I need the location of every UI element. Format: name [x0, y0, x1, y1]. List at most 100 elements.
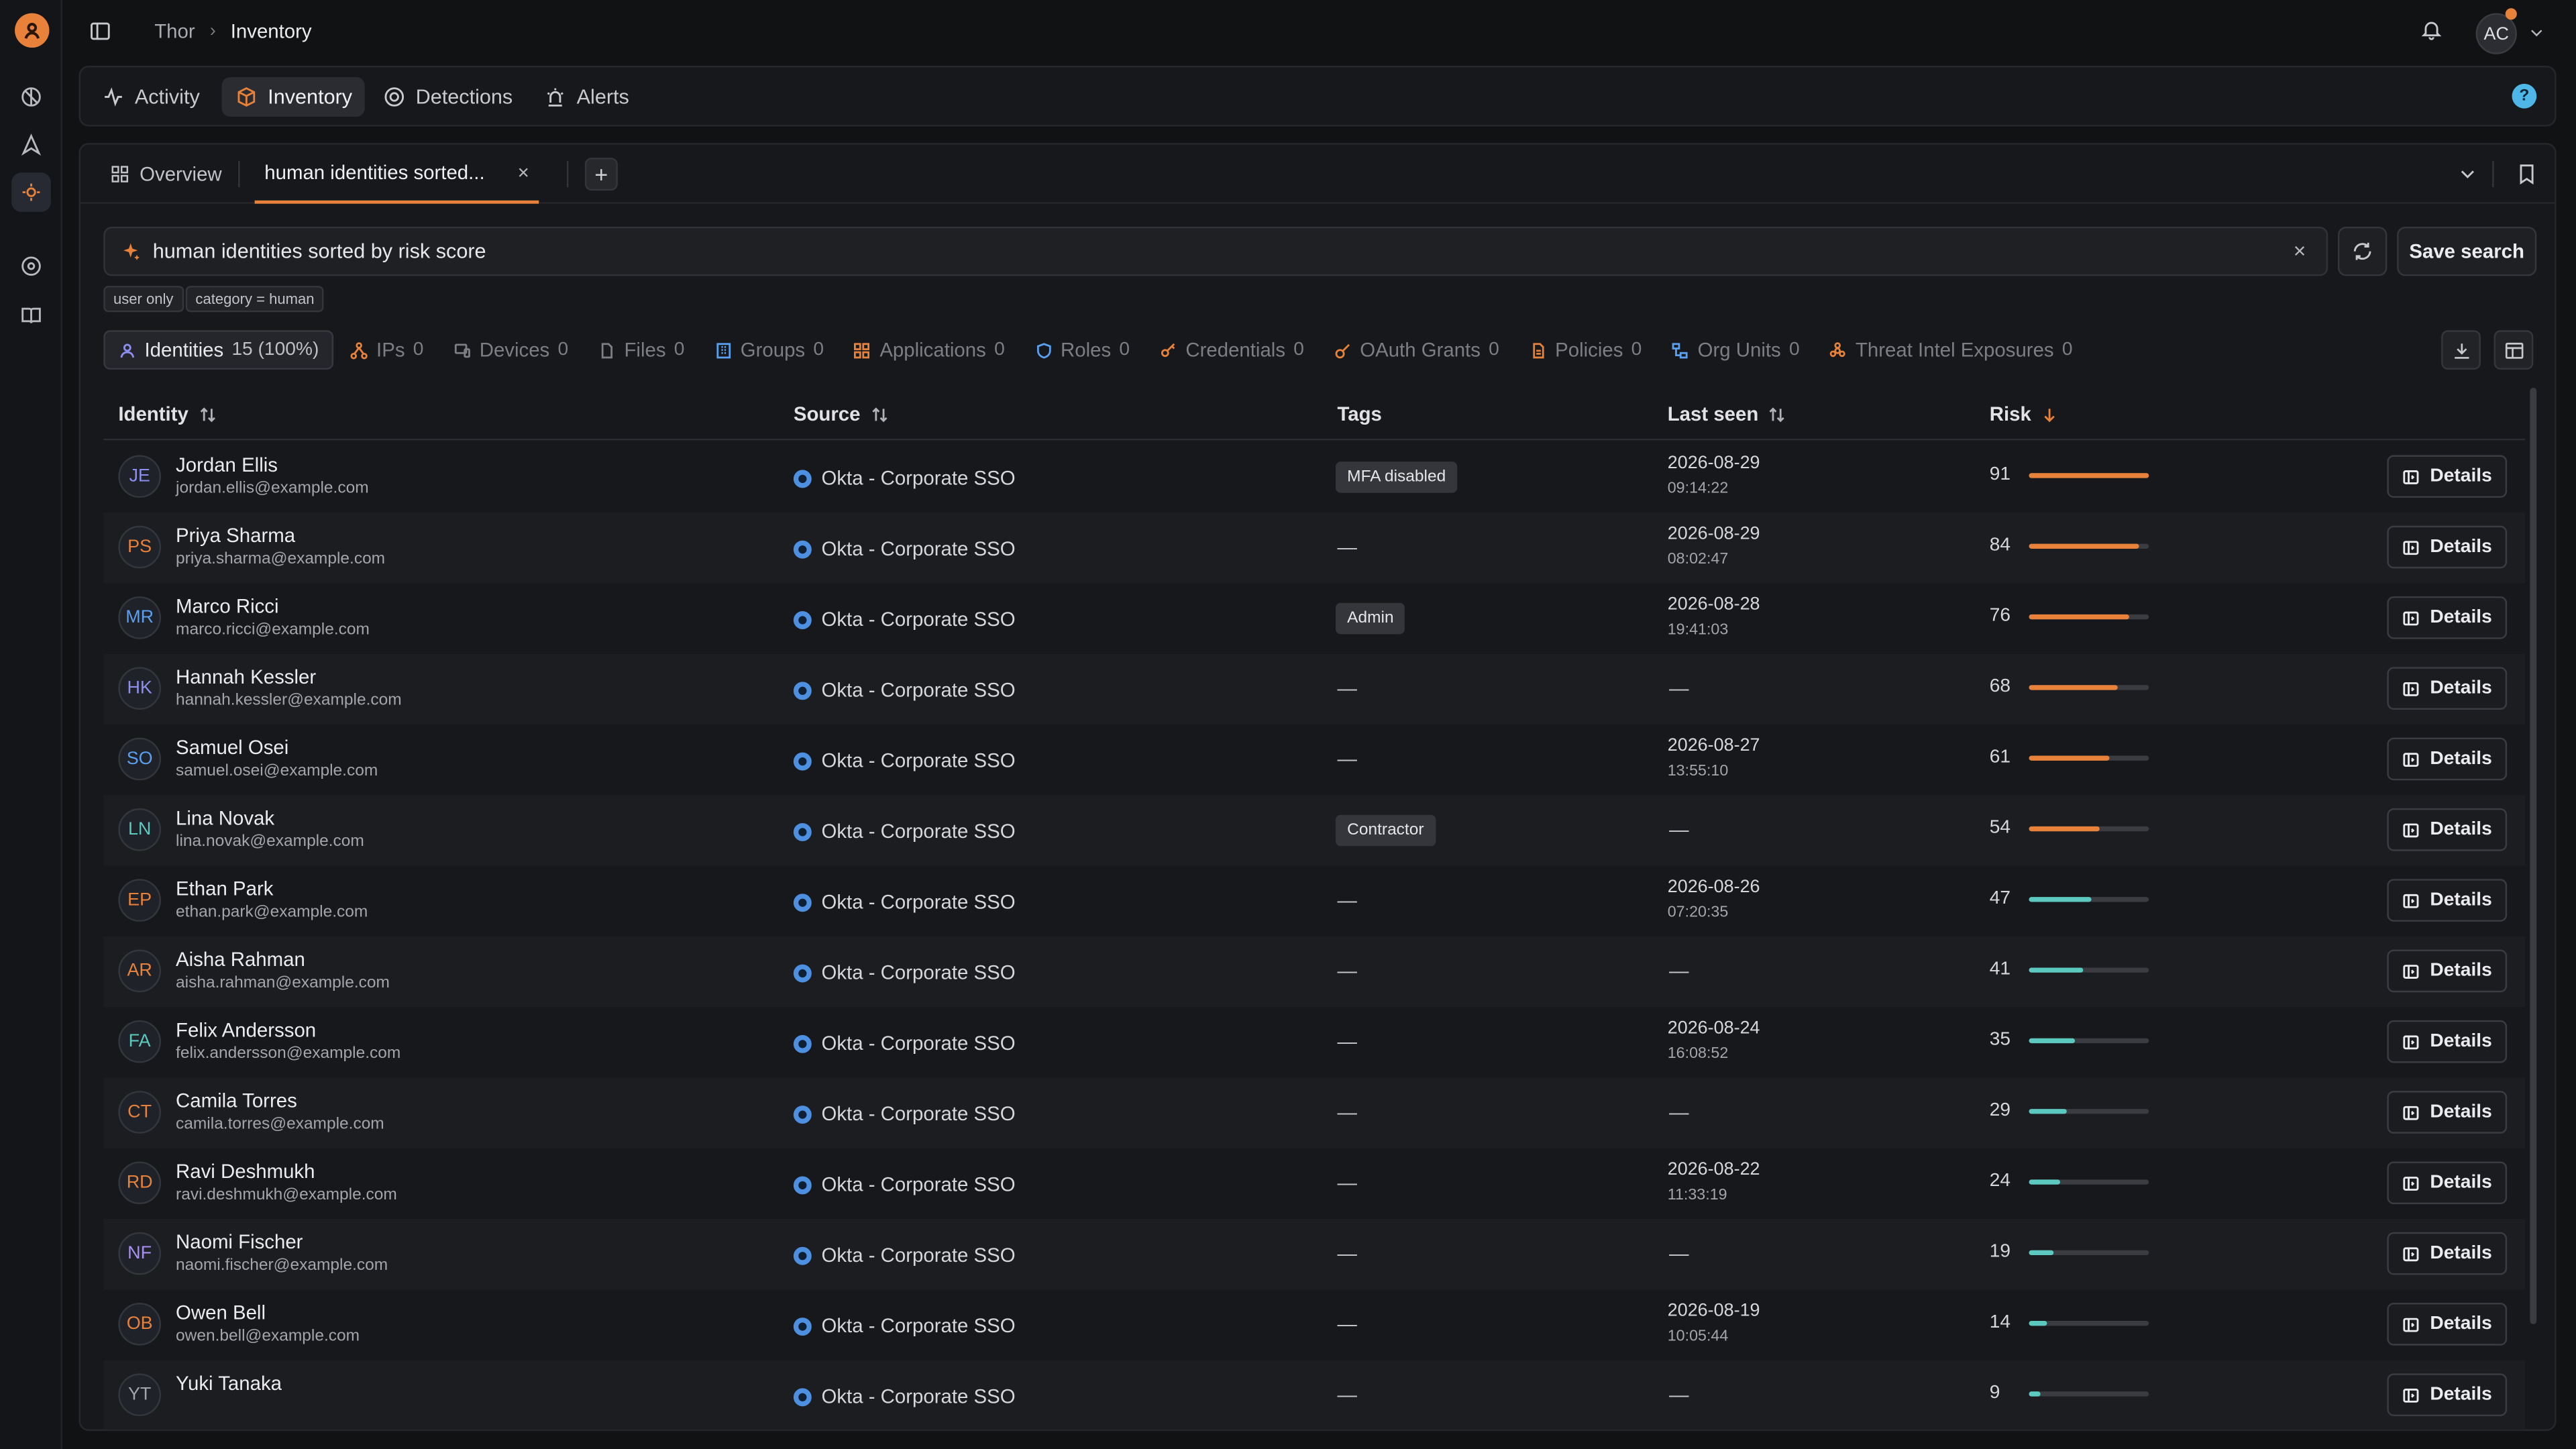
- nav-tab-detections[interactable]: Detections: [370, 77, 526, 117]
- user-menu-chevron-down-icon[interactable]: [2527, 21, 2546, 41]
- columns-button[interactable]: [2493, 330, 2534, 370]
- rail-identities-icon[interactable]: [11, 172, 51, 212]
- column-header-identity[interactable]: Identity: [118, 402, 216, 425]
- table-row[interactable]: LN Lina Novak lina.novak@example.com Okta -…: [103, 795, 2526, 866]
- refresh-button[interactable]: [2337, 226, 2387, 276]
- box-icon: [237, 87, 256, 107]
- subtab-label: human identities sorted...: [264, 161, 485, 184]
- table-row[interactable]: YT Yuki Tanaka Okta - Corporate SSO — — 9 Deta…: [103, 1360, 2526, 1430]
- identity-avatar: LN: [118, 808, 162, 851]
- details-label: Details: [2430, 1173, 2492, 1193]
- identity-name[interactable]: Naomi Fischer: [176, 1230, 303, 1253]
- breadcrumb-root[interactable]: Thor: [154, 19, 195, 42]
- tabs-chevron-down-icon[interactable]: [2456, 162, 2479, 185]
- details-button[interactable]: Details: [2387, 1303, 2508, 1346]
- category-policies[interactable]: Policies 0: [1515, 330, 1655, 370]
- rail-docs-icon[interactable]: [11, 296, 51, 335]
- category-threat-intel-exposures[interactable]: Threat Intel Exposures 0: [1816, 330, 2086, 370]
- category-credentials[interactable]: Credentials 0: [1146, 330, 1318, 370]
- details-button[interactable]: Details: [2387, 1091, 2508, 1134]
- source-cell: Okta - Corporate SSO: [793, 820, 1016, 843]
- identity-name[interactable]: Priya Sharma: [176, 524, 295, 547]
- details-button[interactable]: Details: [2387, 879, 2508, 922]
- identity-name[interactable]: Owen Bell: [176, 1301, 266, 1324]
- table-row[interactable]: AR Aisha Rahman aisha.rahman@example.com Ok…: [103, 936, 2526, 1008]
- add-tab-button[interactable]: +: [584, 158, 618, 191]
- identity-name[interactable]: Aisha Rahman: [176, 948, 305, 971]
- category-identities[interactable]: Identities 15 (100%): [103, 330, 334, 370]
- table-row[interactable]: EP Ethan Park ethan.park@example.com Okta -…: [103, 866, 2525, 936]
- details-button[interactable]: Details: [2387, 949, 2508, 993]
- table-row[interactable]: JE Jordan Ellis jordan.ellis@example.com Ok…: [103, 442, 2525, 513]
- category-applications[interactable]: Applications 0: [841, 330, 1018, 370]
- category-devices[interactable]: Devices 0: [440, 330, 582, 370]
- table-row[interactable]: MR Marco Ricci marco.ricci@example.com Okta…: [103, 583, 2525, 653]
- table-row[interactable]: HK Hannah Kessler hannah.kessler@example.c…: [103, 653, 2526, 725]
- entity-category-tabs: Identities 15 (100%) IPs 0 Devices 0 Files 0…: [103, 330, 2089, 370]
- nav-tab-alerts[interactable]: Alerts: [531, 77, 642, 117]
- sidebar-toggle-icon[interactable]: [89, 19, 115, 46]
- subtab-query[interactable]: human identities sorted... ×: [254, 145, 539, 204]
- identity-name[interactable]: Ethan Park: [176, 877, 273, 900]
- search-input[interactable]: human identities sorted by risk score: [153, 240, 486, 263]
- details-button[interactable]: Details: [2387, 1161, 2508, 1205]
- details-button[interactable]: Details: [2387, 525, 2508, 569]
- table-row[interactable]: PS Priya Sharma priya.sharma@example.com Ok…: [103, 513, 2526, 584]
- details-button[interactable]: Details: [2387, 1232, 2508, 1275]
- help-icon[interactable]: ?: [2512, 83, 2537, 109]
- details-button[interactable]: Details: [2387, 737, 2508, 781]
- identity-name[interactable]: Yuki Tanaka: [176, 1372, 282, 1395]
- details-button[interactable]: Details: [2387, 1373, 2508, 1417]
- nav-tab-inventory[interactable]: Inventory: [221, 77, 366, 117]
- filter-chip-category[interactable]: category = human: [185, 286, 325, 313]
- identity-name[interactable]: Samuel Osei: [176, 736, 288, 759]
- risk-score: 19: [1989, 1242, 2011, 1262]
- identity-name[interactable]: Hannah Kessler: [176, 665, 316, 688]
- table-row[interactable]: OB Owen Bell owen.bell@example.com Okta - C…: [103, 1289, 2525, 1360]
- table-row[interactable]: NF Naomi Fischer naomi.fischer@example.com…: [103, 1219, 2526, 1290]
- download-button[interactable]: [2441, 330, 2481, 370]
- column-header-last-seen[interactable]: Last seen: [1668, 402, 1786, 425]
- save-search-button[interactable]: Save search: [2397, 226, 2537, 276]
- identity-name[interactable]: Ravi Deshmukh: [176, 1160, 315, 1183]
- bookmark-icon[interactable]: [2515, 162, 2538, 185]
- nav-tab-activity[interactable]: Activity: [89, 77, 213, 117]
- category-files[interactable]: Files 0: [585, 330, 698, 370]
- table-scrollbar[interactable]: [2528, 387, 2538, 1413]
- identity-name[interactable]: Camila Torres: [176, 1089, 297, 1112]
- app-logo-icon[interactable]: [15, 13, 50, 48]
- close-tab-icon[interactable]: ×: [518, 161, 529, 184]
- category-oauth-grants[interactable]: OAuth Grants 0: [1320, 330, 1512, 370]
- details-button[interactable]: Details: [2387, 596, 2508, 639]
- table-row[interactable]: RD Ravi Deshmukh ravi.deshmukh@example.com…: [103, 1148, 2525, 1219]
- category-ips[interactable]: IPs 0: [337, 330, 437, 370]
- rail-shield-off-icon[interactable]: [11, 77, 51, 117]
- table-row[interactable]: SO Samuel Osei samuel.osei@example.com Okta…: [103, 724, 2525, 795]
- details-label: Details: [2430, 749, 2492, 769]
- rail-navigation-icon[interactable]: [11, 125, 51, 164]
- category-groups[interactable]: Groups 0: [701, 330, 837, 370]
- identity-name[interactable]: Marco Ricci: [176, 595, 278, 618]
- details-button[interactable]: Details: [2387, 667, 2508, 710]
- category-roles[interactable]: Roles 0: [1021, 330, 1142, 370]
- scrollbar-thumb[interactable]: [2530, 387, 2537, 1324]
- clear-search-icon[interactable]: ×: [2294, 238, 2306, 263]
- filter-chip-user-only[interactable]: user only: [103, 286, 184, 313]
- subtab-overview[interactable]: Overview: [110, 145, 222, 204]
- table-row[interactable]: CT Camila Torres camila.torres@example.com…: [103, 1077, 2526, 1148]
- details-button[interactable]: Details: [2387, 1020, 2508, 1063]
- search-bar[interactable]: human identities sorted by risk score ×: [103, 226, 2328, 276]
- risk-score: 35: [1989, 1030, 2011, 1050]
- column-header-risk[interactable]: Risk: [1990, 402, 2059, 425]
- rail-settings-icon[interactable]: [11, 246, 51, 286]
- details-label: Details: [2430, 608, 2492, 628]
- identity-name[interactable]: Jordan Ellis: [176, 453, 278, 476]
- category-org-units[interactable]: Org Units 0: [1658, 330, 1813, 370]
- details-button[interactable]: Details: [2387, 808, 2508, 851]
- column-header-source[interactable]: Source: [794, 402, 888, 425]
- table-row[interactable]: FA Felix Andersson felix.andersson@example…: [103, 1007, 2525, 1077]
- notifications-bell-icon[interactable]: [2420, 18, 2446, 44]
- details-button[interactable]: Details: [2387, 455, 2508, 498]
- identity-name[interactable]: Felix Andersson: [176, 1018, 316, 1041]
- identity-name[interactable]: Lina Novak: [176, 806, 274, 829]
